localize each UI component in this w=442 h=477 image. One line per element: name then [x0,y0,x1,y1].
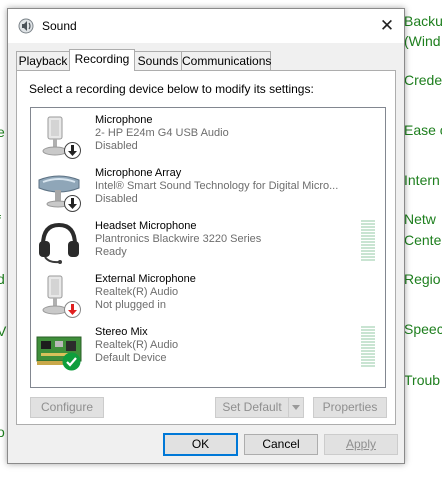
background-fragment: o [0,424,5,440]
device-name: Microphone Array [95,167,182,179]
background-fragment: f [0,212,1,228]
tab-communications[interactable]: Communications [181,51,271,70]
window-title: Sound [42,19,77,33]
background-link[interactable]: Backu [404,10,442,32]
tab-playback[interactable]: Playback [16,51,70,70]
device-status: Not plugged in [95,299,166,311]
device-description: Plantronics Blackwire 3220 Series [95,233,262,245]
default-check-badge-icon [62,352,81,371]
device-list[interactable]: Microphone 2- HP E24m G4 USB Audio Disab… [30,107,386,388]
set-default-dropdown[interactable] [288,397,304,418]
headset-icon [39,222,79,264]
device-description: Intel® Smart Sound Technology for Digita… [95,180,339,192]
set-default-button[interactable]: Set Default [215,397,289,418]
recording-panel: Select a recording device below to modif… [16,70,396,425]
configure-button[interactable]: Configure [30,397,104,418]
background-link[interactable]: Ease c [404,119,442,141]
background-link[interactable]: Cente [404,229,441,251]
background-link[interactable]: Crede [404,69,442,91]
device-item-microphone[interactable]: Microphone 2- HP E24m G4 USB Audio Disab… [31,109,385,162]
background-link[interactable]: Netw [404,208,436,230]
device-item-microphone-array[interactable]: Microphone Array Intel® Smart Sound Tech… [31,162,385,215]
title-bar[interactable]: Sound ✕ [8,9,404,43]
device-name: External Microphone [95,273,196,285]
device-item-external-microphone[interactable]: External Microphone Realtek(R) Audio Not… [31,268,385,321]
disabled-arrow-badge-icon [64,142,81,159]
device-description: Realtek(R) Audio [95,286,179,298]
unplugged-arrow-badge-icon [64,301,81,318]
cancel-button[interactable]: Cancel [244,434,318,455]
background-fragment: e [0,124,5,140]
speaker-icon [18,18,34,34]
device-status: Disabled [95,193,138,205]
device-name: Microphone [95,114,153,126]
background-fragment: V [0,323,7,339]
tab-sounds[interactable]: Sounds [134,51,182,70]
device-name: Stereo Mix [95,326,148,338]
background-link[interactable]: Intern [404,169,440,191]
device-description: Realtek(R) Audio [95,339,179,351]
device-name: Headset Microphone [95,220,197,232]
device-description: 2- HP E24m G4 USB Audio [95,127,229,139]
close-icon: ✕ [379,16,395,35]
device-status: Default Device [95,352,167,364]
background-link[interactable]: Speec [404,318,442,340]
instruction-text: Select a recording device below to modif… [29,82,314,96]
background-control-panel-links: Backu (Wind Crede Ease c Intern Netw Cen… [400,0,442,477]
background-link[interactable]: (Wind [404,30,441,52]
device-item-stereo-mix[interactable]: Stereo Mix Realtek(R) Audio Default Devi… [31,321,385,374]
close-button[interactable]: ✕ [370,9,404,43]
level-meter [361,326,375,368]
sound-dialog: Sound ✕ Playback Recording Sounds Commun… [7,8,405,464]
tab-recording[interactable]: Recording [69,49,135,71]
apply-button[interactable]: Apply [324,434,398,455]
background-fragment: d [0,271,5,287]
ok-button[interactable]: OK [163,433,238,456]
device-status: Ready [95,246,127,258]
device-status: Disabled [95,140,138,152]
properties-button[interactable]: Properties [313,397,387,418]
device-item-headset-microphone[interactable]: Headset Microphone Plantronics Blackwire… [31,215,385,268]
chevron-down-icon [292,405,300,410]
background-link[interactable]: Troub [404,369,440,391]
disabled-arrow-badge-icon [64,195,81,212]
level-meter [361,220,375,262]
background-link[interactable]: Regio [404,268,441,290]
